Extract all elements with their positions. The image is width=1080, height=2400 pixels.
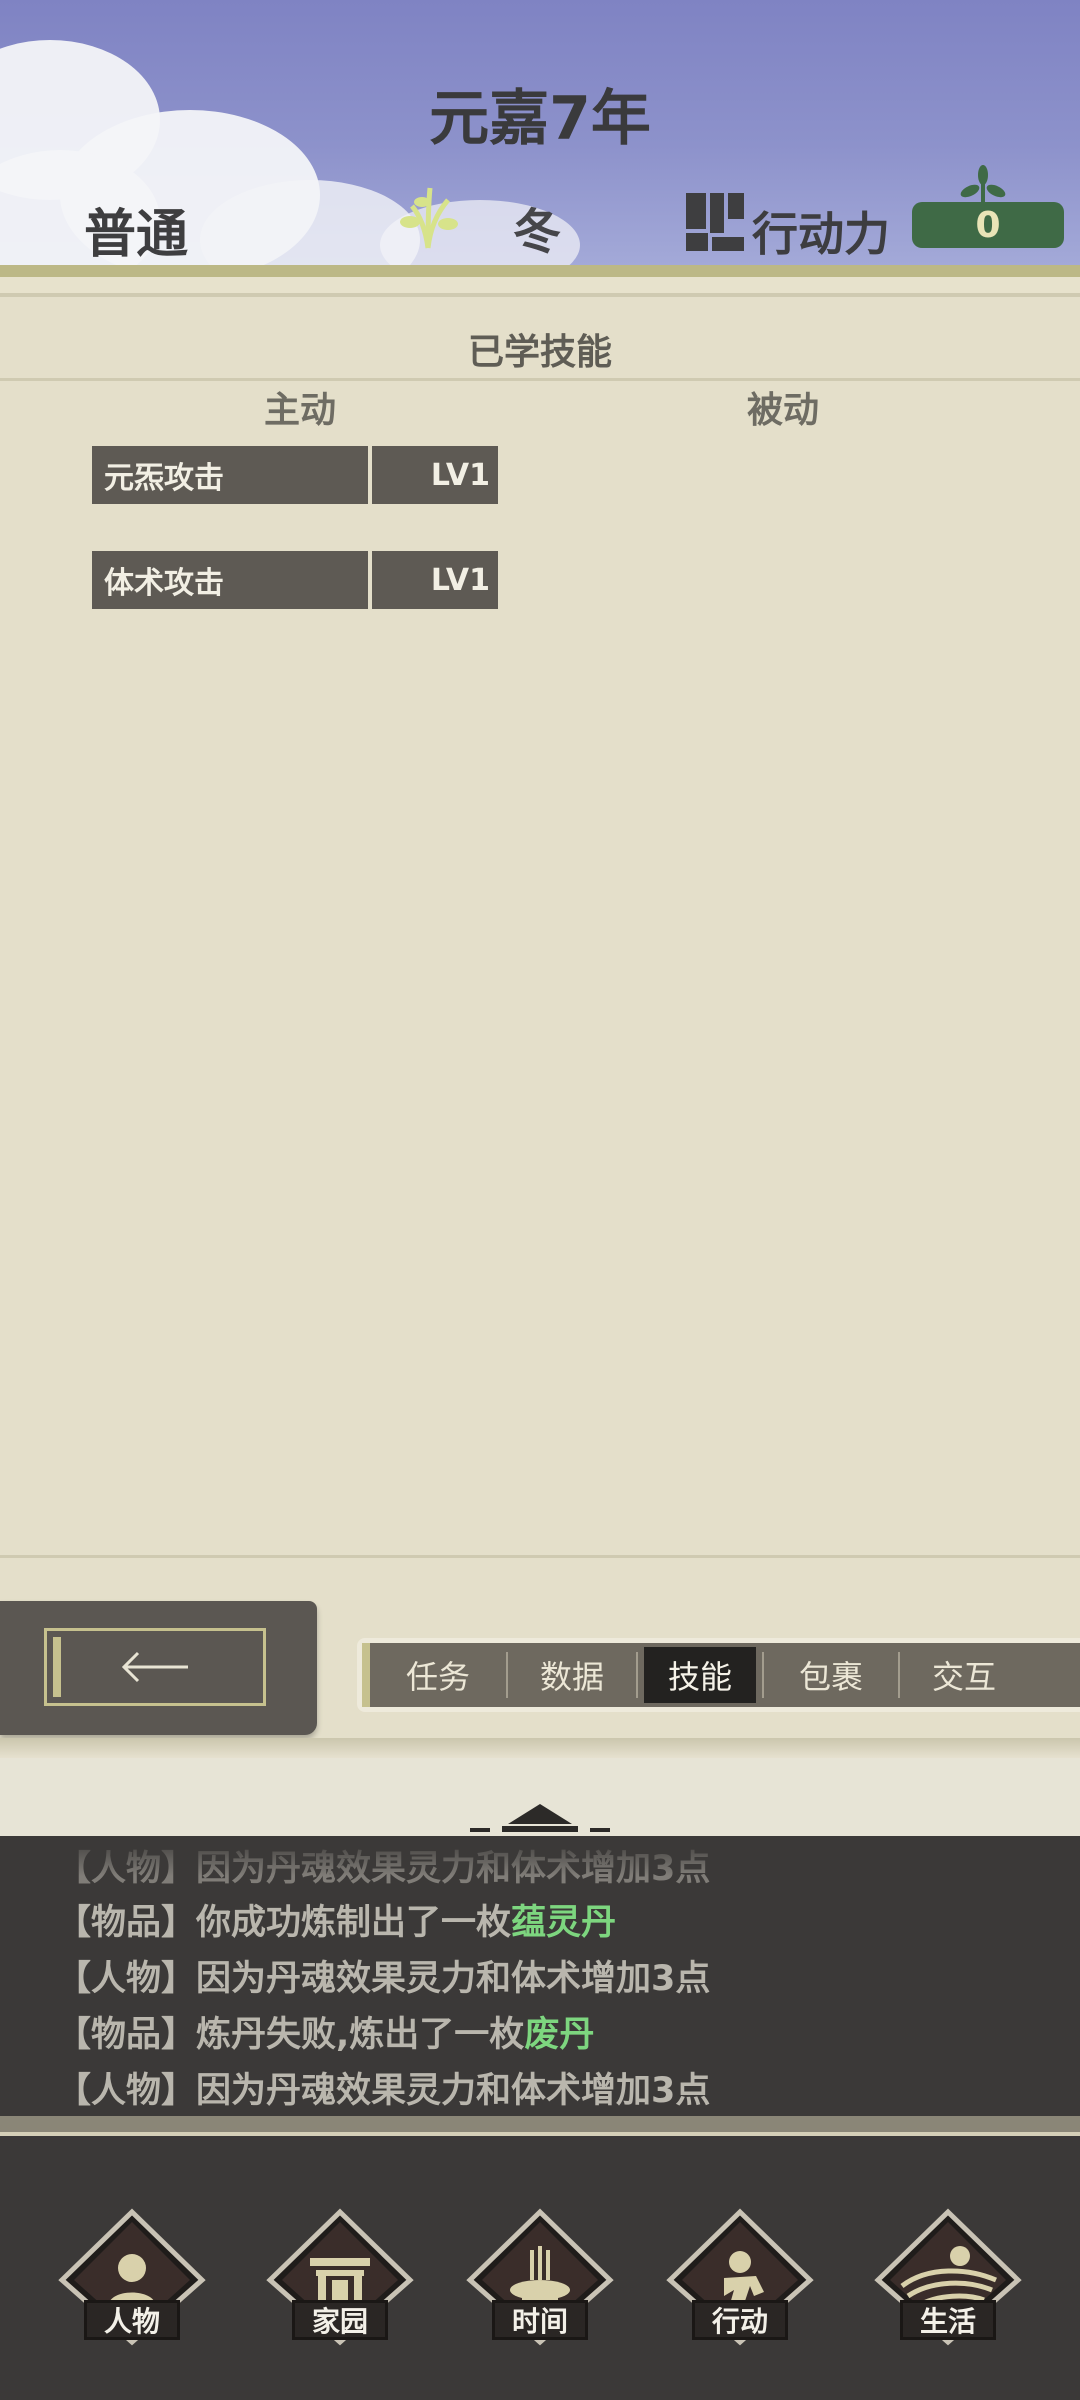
season-label: 冬 [513,204,562,260]
panel-divider [0,378,1080,381]
log-item-highlight: 废丹 [524,2015,595,2055]
tab-bar: 任务 数据 技能 包裹 交互 [357,1638,1080,1712]
log-line: 【人物】因为丹魂效果灵力和体术增加3点 [56,2062,710,2113]
panel-divider [0,293,1080,297]
log-text: 因为丹魂效果灵力和体术增加3点 [196,2071,711,2111]
nav-label: 生活 [900,2300,996,2340]
log-text: 你成功炼制出了一枚 [196,1903,512,1943]
nav-action[interactable]: 行动 [660,2206,820,2346]
winter-plant-icon [400,187,458,249]
log-line: 【物品】炼丹失败,炼出了一枚废丹 [56,2006,594,2057]
skill-name: 元炁攻击 [92,446,368,504]
log-tag: 【人物】 [56,1959,197,1999]
skill-row[interactable]: 体术攻击 LV1 [92,551,502,609]
log-tag: 【人物】 [56,2071,197,2111]
skill-row[interactable]: 元炁攻击 LV1 [92,446,502,504]
message-log[interactable]: 【人物】因为丹魂效果灵力和体术增加3点 【物品】你成功炼制出了一枚蕴灵丹 【人物… [0,1836,1080,2116]
tab-tasks[interactable]: 任务 [370,1647,506,1703]
skills-panel: 已学技能 主动 被动 元炁攻击 LV1 体术攻击 LV1 [0,293,1080,1743]
tab-separator [636,1652,638,1698]
tab-skills[interactable]: 技能 [644,1647,756,1703]
action-points-label: 行动力 [752,207,890,261]
arrow-left-icon [121,1651,188,1683]
skill-name: 体术攻击 [92,551,368,609]
back-button-accent [53,1637,61,1697]
nav-time[interactable]: 时间 [460,2206,620,2346]
log-text: 炼丹失败,炼出了一枚 [196,2015,525,2055]
top-header: 元嘉7年 普通 冬 行动力 0 [0,0,1080,265]
difficulty-label: 普通 [84,205,189,265]
header-divider [0,277,1080,293]
passive-skills-header: 被动 [747,390,820,431]
sprout-icon [960,165,1006,205]
log-tag: 【物品】 [56,1903,197,1943]
nav-person[interactable]: 人物 [52,2206,212,2346]
header-divider [0,265,1080,277]
nav-label: 家园 [292,2300,388,2340]
log-line: 【人物】因为丹魂效果灵力和体术增加3点 [56,1950,710,2001]
year-title: 元嘉7年 [429,84,651,154]
skill-level: LV1 [372,551,498,609]
nav-life[interactable]: 生活 [868,2206,1028,2346]
panel-divider [0,1555,1080,1558]
log-text: 因为丹魂效果灵力和体术增加3点 [196,1959,711,1999]
tab-strip-accent [362,1643,370,1707]
active-skills-header: 主动 [264,390,337,431]
nav-home[interactable]: 家园 [260,2206,420,2346]
tab-strip: 任务 数据 技能 包裹 交互 [362,1643,1080,1707]
tab-inventory[interactable]: 包裹 [764,1647,898,1703]
skill-level: LV1 [372,446,498,504]
nav-label: 行动 [692,2300,788,2340]
log-divider [0,2116,1080,2132]
panel-title: 已学技能 [467,332,612,373]
action-points-icon [686,193,744,251]
tab-data[interactable]: 数据 [508,1647,636,1703]
panel-shadow [0,1738,1080,1758]
nav-label: 人物 [84,2300,180,2340]
nav-label: 时间 [492,2300,588,2340]
action-points-value: 0 [912,202,1064,248]
log-item-highlight: 蕴灵丹 [511,1903,617,1943]
log-fade [0,1836,1080,1876]
log-line: 【物品】你成功炼制出了一枚蕴灵丹 [56,1894,616,1945]
roof-ornament-icon[interactable] [462,1800,618,1836]
log-tag: 【物品】 [56,2015,197,2055]
back-button[interactable] [44,1628,266,1706]
tab-interact[interactable]: 交互 [900,1647,1028,1703]
